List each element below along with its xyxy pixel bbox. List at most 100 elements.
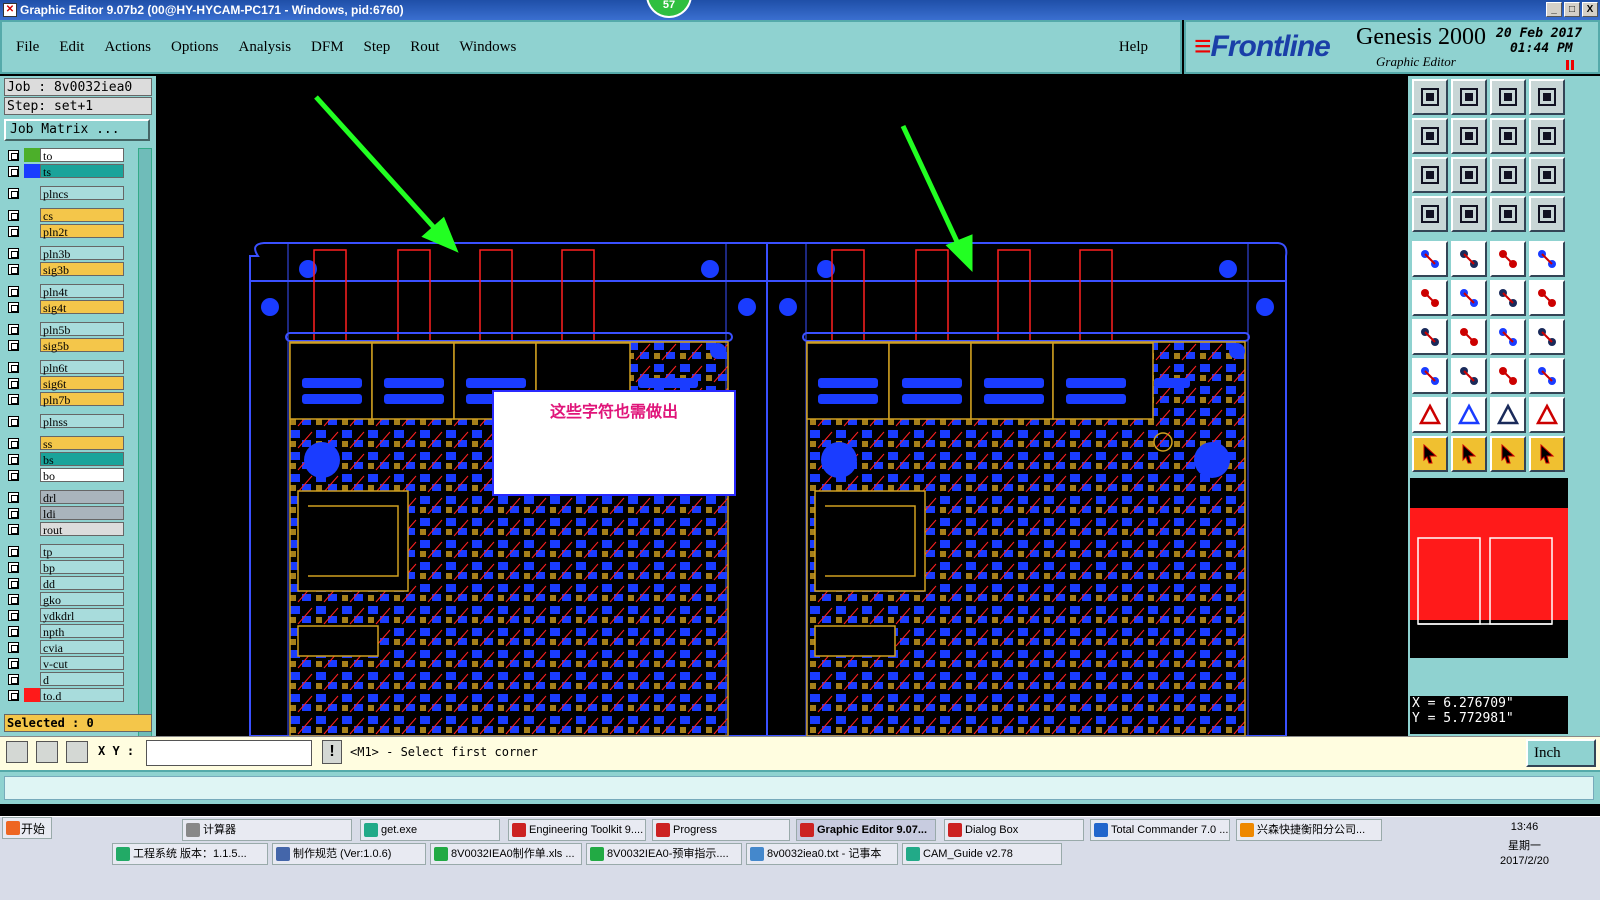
cursor-select-icon[interactable] <box>1451 436 1487 472</box>
layer-name[interactable]: bo <box>40 468 124 483</box>
layer-row-plncs[interactable]: plncs <box>4 186 124 201</box>
grid-icon[interactable] <box>66 741 88 763</box>
layer-name[interactable]: pln3b <box>40 246 124 261</box>
array-icon[interactable] <box>1529 358 1565 394</box>
layer-scrollbar[interactable] <box>138 148 152 782</box>
layer-name[interactable]: gko <box>40 592 124 607</box>
layer-checkbox[interactable] <box>8 166 19 177</box>
layer-row-v-cut[interactable]: v-cut <box>4 656 124 671</box>
taskbar-item[interactable]: 制作规范 (Ver:1.0.6) <box>272 843 426 865</box>
layer-name[interactable]: ss <box>40 436 124 451</box>
layer-row-plnss[interactable]: plnss <box>4 414 124 429</box>
layer-row-bs[interactable]: bs <box>4 452 124 467</box>
layer-name[interactable]: pln2t <box>40 224 124 239</box>
layer-color-swatch[interactable] <box>24 224 40 238</box>
layer-name[interactable]: sig6t <box>40 376 124 391</box>
layer-name[interactable]: ldi <box>40 506 124 521</box>
layer-row-sig3b[interactable]: sig3b <box>4 262 124 277</box>
layer-color-swatch[interactable] <box>24 186 40 200</box>
layer-checkbox[interactable] <box>8 562 19 573</box>
layer-checkbox[interactable] <box>8 438 19 449</box>
taskbar-clock[interactable]: 13:46 星期一 2017/2/20 <box>1500 817 1549 867</box>
layer-name[interactable]: tp <box>40 544 124 559</box>
layer-color-swatch[interactable] <box>24 338 40 352</box>
layer-color-swatch[interactable] <box>24 640 40 654</box>
layer-color-swatch[interactable] <box>24 506 40 520</box>
taskbar-item[interactable]: 8v0032iea0.txt - 记事本 <box>746 843 898 865</box>
layer-checkbox[interactable] <box>8 286 19 297</box>
layer-row-sig6t[interactable]: sig6t <box>4 376 124 391</box>
layer-checkbox[interactable] <box>8 642 19 653</box>
layer-checkbox[interactable] <box>8 470 19 481</box>
layer-color-swatch[interactable] <box>24 688 40 702</box>
layer-color-swatch[interactable] <box>24 392 40 406</box>
menu-step[interactable]: Step <box>354 39 401 56</box>
layer-color-swatch[interactable] <box>24 608 40 622</box>
layer-color-swatch[interactable] <box>24 300 40 314</box>
taskbar-item[interactable]: Total Commander 7.0 ... <box>1090 819 1230 841</box>
layer-row-rout[interactable]: rout <box>4 522 124 537</box>
pan-right-icon[interactable] <box>1451 118 1487 154</box>
fit-all-icon[interactable] <box>1451 157 1487 193</box>
layer-checkbox[interactable] <box>8 210 19 221</box>
select-shape-icon[interactable] <box>1451 241 1487 277</box>
menu-file[interactable]: File <box>2 39 49 56</box>
layer-name[interactable]: to.d <box>40 688 124 703</box>
layer-row-sig4t[interactable]: sig4t <box>4 300 124 315</box>
taskbar-item[interactable]: Graphic Editor 9.07... <box>796 819 936 841</box>
taskbar-item[interactable]: Engineering Toolkit 9.... <box>508 819 646 841</box>
start-button[interactable]: 开始 <box>2 817 52 839</box>
menu-edit[interactable]: Edit <box>49 39 94 56</box>
layer-name[interactable]: ydkdrl <box>40 608 124 623</box>
angle-icon[interactable] <box>1412 319 1448 355</box>
tools-icon[interactable] <box>1412 196 1448 232</box>
cursor-move-icon[interactable] <box>1490 436 1526 472</box>
layer-checkbox[interactable] <box>8 578 19 589</box>
snap-icon[interactable] <box>6 741 28 763</box>
layer-name[interactable]: cvia <box>40 640 124 655</box>
layer-row-pln4t[interactable]: pln4t <box>4 284 124 299</box>
job-matrix-button[interactable]: Job Matrix ... <box>4 119 150 141</box>
mirror-icon[interactable] <box>1529 319 1565 355</box>
layer-checkbox[interactable] <box>8 416 19 427</box>
layer-checkbox[interactable] <box>8 610 19 621</box>
redo-zoom-icon[interactable] <box>1529 118 1565 154</box>
layer-color-swatch[interactable] <box>24 414 40 428</box>
route-icon[interactable] <box>1529 280 1565 316</box>
layer-name[interactable]: plnss <box>40 414 124 429</box>
layer-checkbox[interactable] <box>8 226 19 237</box>
menu-analysis[interactable]: Analysis <box>229 39 302 56</box>
layer-checkbox[interactable] <box>8 626 19 637</box>
layer-color-swatch[interactable] <box>24 560 40 574</box>
layer-checkbox[interactable] <box>8 508 19 519</box>
layer-row-ydkdrl[interactable]: ydkdrl <box>4 608 124 623</box>
layer-name[interactable]: pln5b <box>40 322 124 337</box>
triangle-outline-icon[interactable] <box>1490 397 1526 433</box>
minus-icon[interactable] <box>1451 358 1487 394</box>
layer-row-pln2t[interactable]: pln2t <box>4 224 124 239</box>
layer-row-d[interactable]: d <box>4 672 124 687</box>
layer-row-pln5b[interactable]: pln5b <box>4 322 124 337</box>
net-compare-icon[interactable] <box>1490 196 1526 232</box>
layer-color-swatch[interactable] <box>24 208 40 222</box>
layer-color-swatch[interactable] <box>24 436 40 450</box>
taskbar-item[interactable]: 8V0032IEA0-预审指示.... <box>586 843 742 865</box>
taskbar-item[interactable]: 工程系统 版本：1.1.5... <box>112 843 268 865</box>
layer-color-swatch[interactable] <box>24 544 40 558</box>
grid-icon[interactable] <box>1451 196 1487 232</box>
layer-checkbox[interactable] <box>8 264 19 275</box>
help-icon[interactable] <box>1529 157 1565 193</box>
layer-color-swatch[interactable] <box>24 490 40 504</box>
layer-name[interactable]: sig3b <box>40 262 124 277</box>
layer-name[interactable]: d <box>40 672 124 687</box>
layer-color-swatch[interactable] <box>24 322 40 336</box>
layer-checkbox[interactable] <box>8 546 19 557</box>
menu-help[interactable]: Help <box>1109 39 1158 56</box>
triangle-up-icon[interactable] <box>1529 397 1565 433</box>
move-point-icon[interactable] <box>1490 280 1526 316</box>
menu-rout[interactable]: Rout <box>400 39 449 56</box>
layer-color-swatch[interactable] <box>24 148 40 162</box>
layer-row-cs[interactable]: cs <box>4 208 124 223</box>
layer-color-swatch[interactable] <box>24 246 40 260</box>
window-titlebar[interactable]: ✕ Graphic Editor 9.07b2 (00@HY-HYCAM-PC1… <box>0 0 1600 20</box>
